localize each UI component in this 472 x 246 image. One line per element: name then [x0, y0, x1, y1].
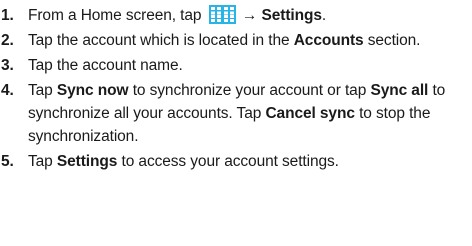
sync-now-label: Sync now [56, 82, 129, 99]
arrow-icon: → [241, 7, 258, 24]
step-5: 5. Tap Settings to access your account s… [0, 150, 472, 173]
step-text: Tap the account which is located in the [28, 32, 290, 49]
step-text-end: section. [367, 32, 421, 49]
step-2: 2. Tap the account which is located in t… [0, 29, 472, 52]
step-number: 2. [1, 32, 14, 49]
step-3: 3. Tap the account name. [0, 54, 472, 77]
settings-label: Settings [261, 7, 322, 24]
step-number: 3. [1, 57, 14, 74]
step-number: 1. [1, 7, 14, 24]
step-4: 4. Tap Sync now to synchronize your acco… [0, 79, 472, 148]
cancel-sync-label: Cancel sync [265, 105, 355, 122]
instruction-steps: 1. From a Home screen, tap → Settings. 2… [0, 4, 472, 175]
sync-all-label: Sync all [370, 82, 429, 99]
settings-label: Settings [56, 153, 118, 170]
apps-grid-icon [208, 5, 236, 24]
step-text: to synchronize your account or tap [132, 82, 367, 99]
step-number: 5. [1, 153, 14, 170]
step-text: Tap the account name. [28, 57, 183, 74]
step-1: 1. From a Home screen, tap → Settings. [0, 4, 472, 27]
step-number: 4. [1, 82, 14, 99]
step-text: Tap [28, 153, 53, 170]
step-text: Tap [28, 82, 53, 99]
step-text: From a Home screen, tap [28, 7, 202, 24]
accounts-label: Accounts [293, 32, 364, 49]
period: . [321, 7, 327, 24]
step-text-end: to access your account settings. [121, 153, 339, 170]
